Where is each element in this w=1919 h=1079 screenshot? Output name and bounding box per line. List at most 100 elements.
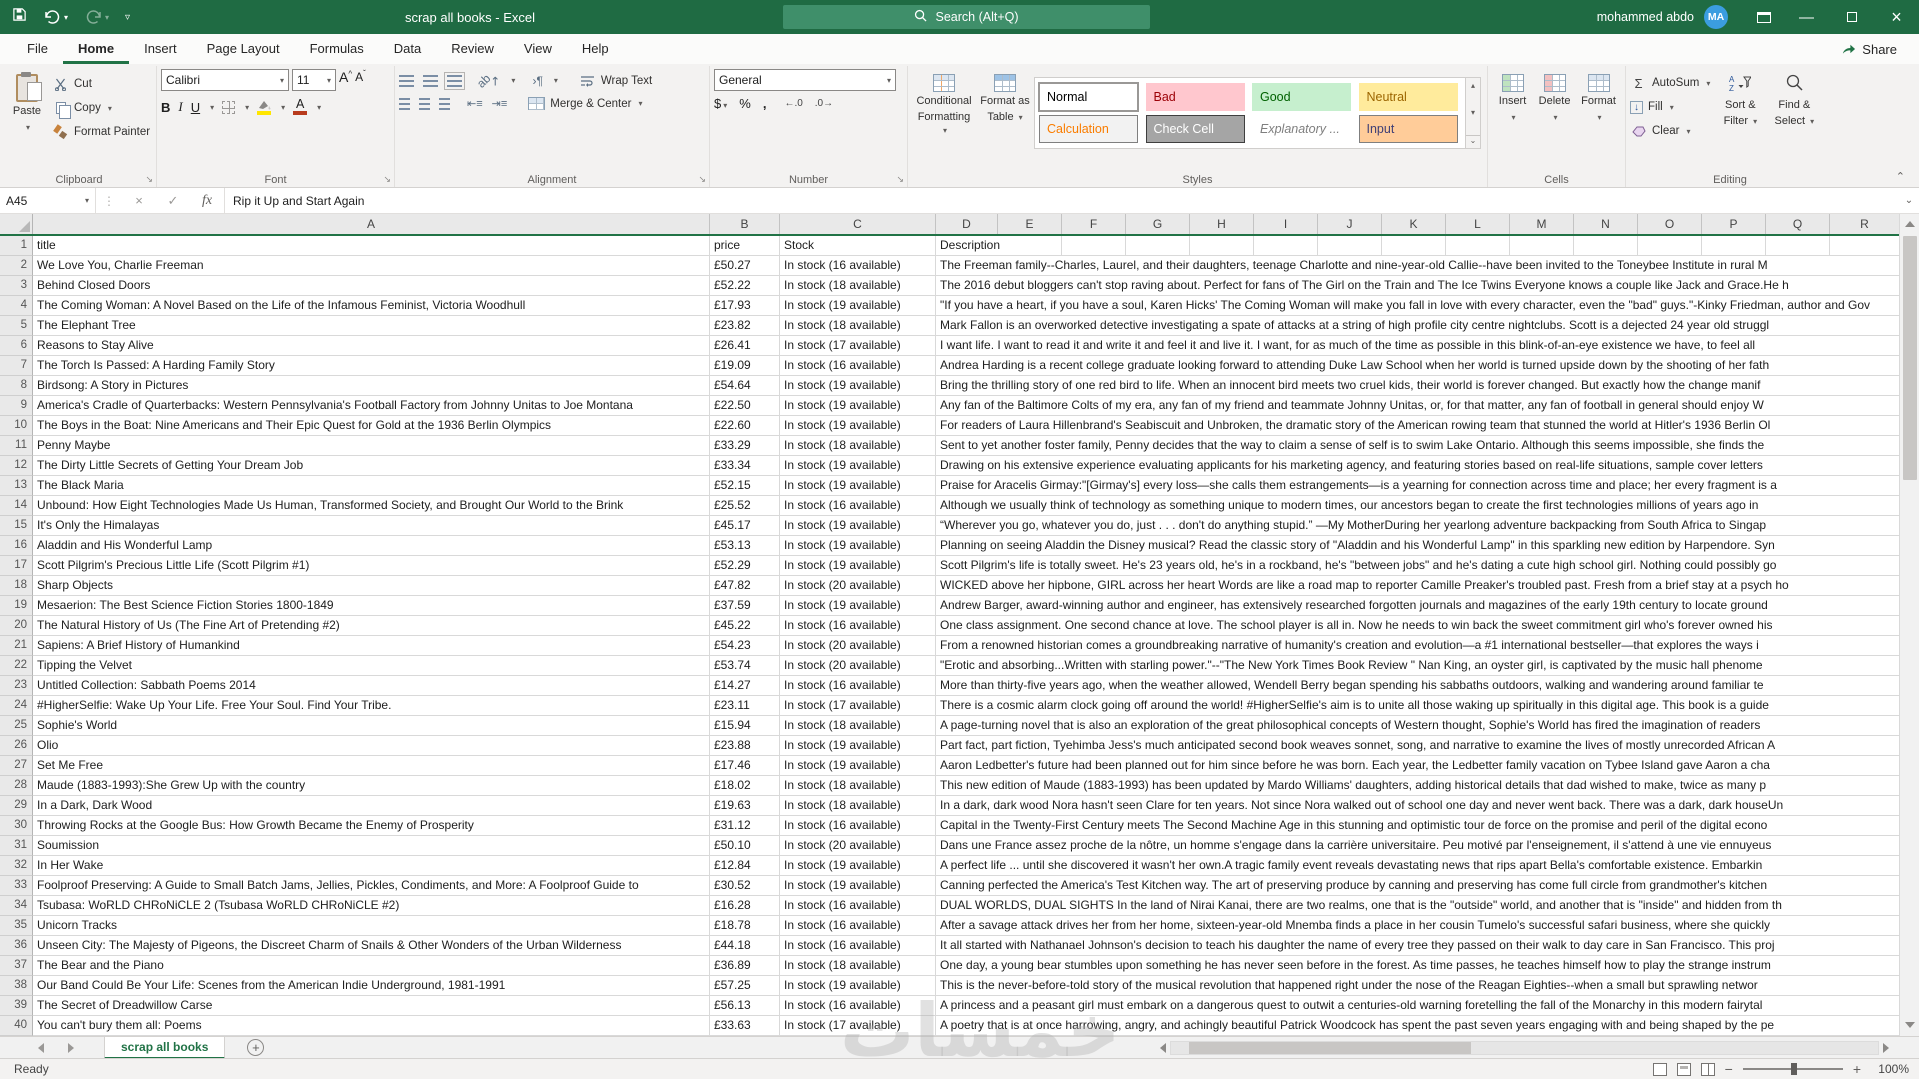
row-header-31[interactable]: 31	[0, 836, 33, 856]
cell-description[interactable]: Scott Pilgrim's life is totally sweet. H…	[936, 556, 1899, 576]
wrap-text-button[interactable]: Wrap Text	[579, 70, 652, 92]
cell-stock[interactable]: In stock (18 available)	[780, 276, 936, 296]
cell-title[interactable]: Scott Pilgrim's Precious Little Life (Sc…	[33, 556, 710, 576]
cell-title[interactable]: Tsubasa: WoRLD CHRoNiCLE 2 (Tsubasa WoRL…	[33, 896, 710, 916]
reading-order-button[interactable]: ›¶	[532, 74, 542, 88]
increase-indent-icon[interactable]: ⇥≡	[492, 97, 508, 110]
formula-input[interactable]: Rip it Up and Start Again	[224, 187, 1899, 214]
scroll-up-icon[interactable]	[1904, 221, 1915, 227]
empty-cell[interactable]	[1830, 236, 1899, 256]
cell-stock[interactable]: In stock (19 available)	[780, 976, 936, 996]
cell-description[interactable]: A page-turning novel that is also an exp…	[936, 716, 1899, 736]
user-name[interactable]: mohammed abdo	[1597, 10, 1694, 24]
cell-stock[interactable]: In stock (20 available)	[780, 656, 936, 676]
redo-icon[interactable]: ▾	[84, 9, 109, 25]
cell-title[interactable]: title	[33, 236, 710, 256]
cell-description[interactable]: A poetry that is at once harrowing, angr…	[936, 1016, 1899, 1036]
cell-price[interactable]: £36.89	[710, 956, 780, 976]
row-header-16[interactable]: 16	[0, 536, 33, 556]
cell-title[interactable]: Soumission	[33, 836, 710, 856]
align-bottom-icon[interactable]	[444, 71, 465, 90]
horizontal-scroll-thumb[interactable]	[1189, 1042, 1471, 1054]
row-header-1[interactable]: 1	[0, 236, 33, 256]
cell-description[interactable]: More than thirty-five years ago, when th…	[936, 676, 1899, 696]
cell-price[interactable]: £56.13	[710, 996, 780, 1016]
cell-stock[interactable]: In stock (19 available)	[780, 856, 936, 876]
cell-price[interactable]: £26.41	[710, 336, 780, 356]
comma-button[interactable]: ,	[763, 96, 767, 111]
cell-stock[interactable]: In stock (18 available)	[780, 956, 936, 976]
row-header-39[interactable]: 39	[0, 996, 33, 1016]
cell-description[interactable]: It all started with Nathanael Johnson's …	[936, 936, 1899, 956]
cell-price[interactable]: £45.17	[710, 516, 780, 536]
cell-price[interactable]: £19.09	[710, 356, 780, 376]
cell-title[interactable]: Aladdin and His Wonderful Lamp	[33, 536, 710, 556]
cell-price[interactable]: £25.52	[710, 496, 780, 516]
avatar[interactable]: MA	[1704, 5, 1728, 29]
row-header-30[interactable]: 30	[0, 816, 33, 836]
cell-description[interactable]: The 2016 debut bloggers can't stop ravin…	[936, 276, 1899, 296]
style-chip-normal[interactable]: Normal	[1038, 82, 1139, 112]
cell-stock[interactable]: In stock (16 available)	[780, 816, 936, 836]
currency-button[interactable]: $ ▾	[714, 96, 727, 111]
format-as-table-button[interactable]: Format as Table ▾	[976, 69, 1034, 124]
cell-description[interactable]: Bring the thrilling story of one red bir…	[936, 376, 1899, 396]
row-header-10[interactable]: 10	[0, 416, 33, 436]
cell-description[interactable]: One day, a young bear stumbles upon some…	[936, 956, 1899, 976]
row-header-34[interactable]: 34	[0, 896, 33, 916]
column-header-G[interactable]: G	[1126, 214, 1190, 234]
cell-stock[interactable]: In stock (18 available)	[780, 796, 936, 816]
row-header-20[interactable]: 20	[0, 616, 33, 636]
cell-description[interactable]: Planning on seeing Aladdin the Disney mu…	[936, 536, 1899, 556]
cell-price[interactable]: £16.28	[710, 896, 780, 916]
cell-stock[interactable]: In stock (19 available)	[780, 876, 936, 896]
cell-price[interactable]: £54.64	[710, 376, 780, 396]
tab-review[interactable]: Review	[436, 34, 509, 64]
row-header-6[interactable]: 6	[0, 336, 33, 356]
tab-view[interactable]: View	[509, 34, 567, 64]
cell-description[interactable]: A princess and a peasant girl must embar…	[936, 996, 1899, 1016]
empty-cell[interactable]	[1446, 236, 1510, 256]
cell-price[interactable]: £30.52	[710, 876, 780, 896]
column-header-O[interactable]: O	[1638, 214, 1702, 234]
cell-stock[interactable]: In stock (19 available)	[780, 556, 936, 576]
empty-cell[interactable]	[1702, 236, 1766, 256]
cell-description[interactable]: There is a cosmic alarm clock going off …	[936, 696, 1899, 716]
column-header-C[interactable]: C	[780, 214, 936, 234]
autosum-button[interactable]: Σ AutoSum ▾	[1630, 72, 1710, 94]
cell-description[interactable]: One class assignment. One second chance …	[936, 616, 1899, 636]
align-left-icon[interactable]	[399, 97, 410, 110]
cell-price[interactable]: £15.94	[710, 716, 780, 736]
cell-price[interactable]: £33.34	[710, 456, 780, 476]
page-break-view-icon[interactable]	[1700, 1062, 1715, 1076]
cell-title[interactable]: The Secret of Dreadwillow Carse	[33, 996, 710, 1016]
cell-description[interactable]: Dans une France assez proche de la nôtre…	[936, 836, 1899, 856]
cell-price[interactable]: £53.74	[710, 656, 780, 676]
row-header-8[interactable]: 8	[0, 376, 33, 396]
expand-formula-bar-icon[interactable]: ⌄	[1899, 195, 1919, 206]
cell-title[interactable]: The Bear and the Piano	[33, 956, 710, 976]
decrease-indent-icon[interactable]: ⇤≡	[467, 97, 483, 110]
align-center-icon[interactable]	[419, 97, 430, 110]
ribbon-display-options-icon[interactable]	[1744, 0, 1784, 34]
empty-cell[interactable]	[1126, 236, 1190, 256]
cell-title[interactable]: It's Only the Himalayas	[33, 516, 710, 536]
fill-color-button[interactable]	[257, 100, 272, 115]
normal-view-icon[interactable]	[1652, 1062, 1667, 1076]
row-header-26[interactable]: 26	[0, 736, 33, 756]
font-family-select[interactable]: Calibri ▾	[161, 69, 289, 91]
cell-stock[interactable]: In stock (16 available)	[780, 996, 936, 1016]
cell-price[interactable]: £31.12	[710, 816, 780, 836]
italic-button[interactable]: I	[178, 99, 182, 115]
cell-description[interactable]: For readers of Laura Hillenbrand's Seabi…	[936, 416, 1899, 436]
cell-price[interactable]: £52.22	[710, 276, 780, 296]
row-header-3[interactable]: 3	[0, 276, 33, 296]
cell-description[interactable]: Canning perfected the America's Test Kit…	[936, 876, 1899, 896]
cell-description[interactable]: Part fact, part fiction, Tyehimba Jess's…	[936, 736, 1899, 756]
gallery-up-icon[interactable]: ▴	[1471, 81, 1475, 90]
row-header-4[interactable]: 4	[0, 296, 33, 316]
enter-icon[interactable]: ✓	[156, 193, 190, 209]
cell-description[interactable]: Andrew Barger, award-winning author and …	[936, 596, 1899, 616]
cell-title[interactable]: Untitled Collection: Sabbath Poems 2014	[33, 676, 710, 696]
column-header-F[interactable]: F	[1062, 214, 1126, 234]
